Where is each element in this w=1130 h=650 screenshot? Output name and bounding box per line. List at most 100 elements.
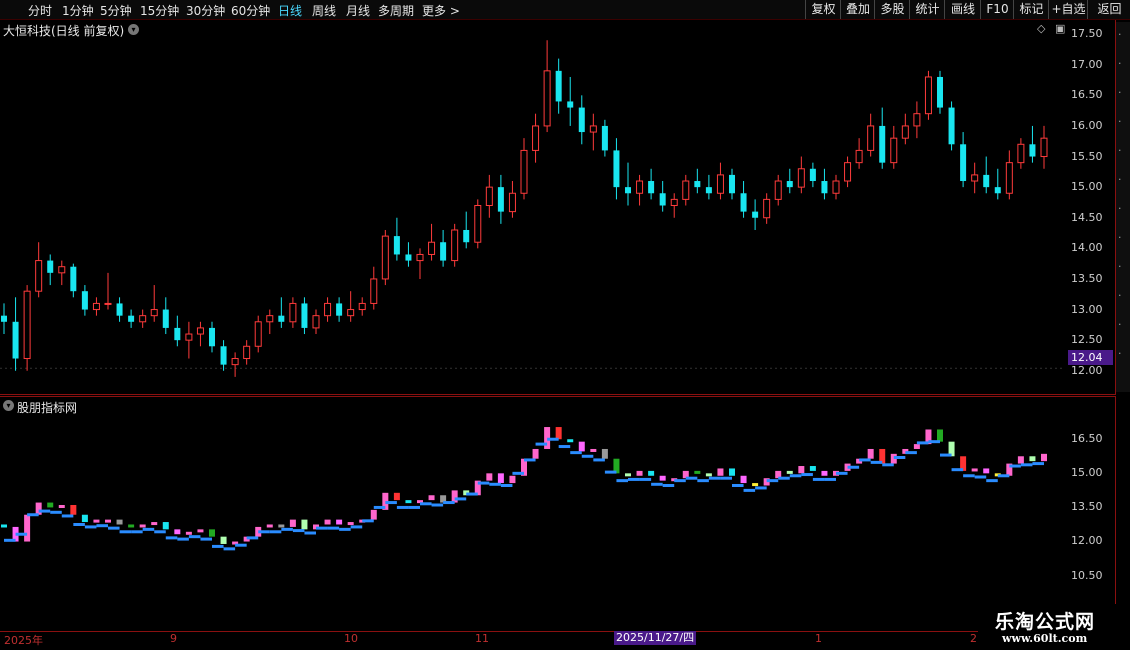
side-strip-glyph: · [1118, 173, 1122, 186]
indicator-bar [694, 470, 701, 474]
watermark-url: www.60lt.com [1002, 632, 1088, 645]
candle [497, 174, 504, 224]
indicator-bar [151, 522, 158, 526]
indicator-bar [937, 429, 943, 442]
candle [589, 113, 597, 151]
candle [924, 70, 932, 120]
candle [128, 309, 135, 328]
x-tick-1: 9 [170, 632, 177, 645]
candle [809, 162, 816, 188]
y-tick-main-11: 12.00 [1071, 363, 1103, 377]
candle [774, 174, 782, 206]
candle [832, 174, 840, 200]
candle [890, 125, 898, 169]
candle [231, 352, 239, 377]
candle [1029, 125, 1036, 163]
candle [578, 95, 585, 145]
indicator-bar [266, 524, 273, 528]
y-tick-ind-1: 15.00 [1071, 466, 1103, 479]
candle [763, 193, 771, 224]
y-tick-main-7: 14.00 [1071, 241, 1103, 255]
candle [150, 285, 158, 322]
candle [451, 223, 459, 267]
candle [440, 229, 447, 267]
indicator-bar [35, 502, 42, 515]
y-tick-ind-4: 10.50 [1071, 569, 1103, 582]
indicator-bar [578, 441, 585, 452]
indicator-bar [717, 468, 724, 476]
indicator-bar [451, 490, 458, 503]
indicator-bar [497, 473, 504, 484]
indicator-bar [659, 475, 666, 481]
candle [937, 70, 943, 114]
chart-canvas [0, 40, 1064, 551]
indicator-bar [289, 519, 296, 527]
candle [1005, 150, 1013, 200]
indicator-bar [47, 502, 54, 508]
indicator-bar [370, 509, 377, 520]
candle [752, 199, 759, 230]
indicator-bar [740, 475, 747, 484]
candle [358, 297, 366, 316]
y-tick-main-8: 13.50 [1071, 271, 1103, 285]
candle [1017, 138, 1025, 169]
indicator-bar [625, 473, 631, 477]
indicator-bar [58, 505, 65, 508]
candle [243, 340, 251, 365]
candle [81, 285, 88, 316]
indicator-bar [821, 470, 828, 476]
indicator-bar [809, 466, 816, 471]
indicator-bar [428, 495, 435, 501]
candle [12, 297, 19, 371]
indicator-bar [116, 519, 123, 525]
candle [994, 168, 1001, 200]
candle [948, 101, 955, 151]
indicator-bar [70, 505, 77, 515]
candle [601, 119, 608, 157]
cursor-date-tag: 2025/11/27/四 [614, 631, 697, 645]
indicator-bar [1041, 453, 1047, 462]
candle [694, 168, 701, 194]
side-strip-glyph: · [1118, 57, 1122, 70]
y-tick-ind-3: 12.00 [1071, 534, 1103, 547]
indicator-bar [486, 473, 493, 481]
candle [485, 174, 493, 218]
candle [116, 297, 123, 322]
candle [960, 132, 967, 188]
candle [729, 168, 735, 200]
candle [659, 181, 666, 212]
y-tick-main-1: 17.00 [1071, 57, 1103, 71]
indicator-bar [509, 475, 516, 484]
side-strip-glyph: · [1118, 231, 1122, 244]
y-tick-main-3: 16.00 [1071, 118, 1103, 132]
indicator-bar [405, 500, 412, 504]
indicator-bar [324, 519, 331, 525]
y-tick-ind-0: 16.50 [1071, 432, 1103, 445]
candle [567, 76, 574, 126]
indicator-bar [601, 448, 608, 459]
y-tick-main-5: 15.00 [1071, 180, 1103, 194]
indicator-bar [347, 522, 354, 526]
candle [370, 266, 378, 310]
indicator-bar [301, 519, 308, 530]
indicator-bar [1, 524, 7, 528]
candle [520, 138, 528, 200]
side-strip-glyph: · [1118, 144, 1122, 157]
indicator-bar [729, 468, 735, 476]
candle [797, 156, 805, 194]
candle [266, 309, 274, 335]
indicator-bar [1017, 456, 1024, 464]
candle [347, 291, 355, 322]
x-tick-0: 2025年 [4, 634, 43, 647]
candle [682, 174, 690, 206]
candle [971, 162, 979, 194]
indicator-bar [705, 473, 712, 477]
candle [312, 309, 320, 335]
y-tick-main-9: 13.00 [1071, 302, 1103, 316]
indicator-bar [636, 470, 643, 476]
candle [855, 138, 863, 169]
candle [867, 113, 875, 157]
watermark-name: 乐淘公式网 [995, 611, 1096, 633]
y-tick-main-2: 16.50 [1071, 88, 1103, 102]
y-tick-ind-2: 13.50 [1071, 500, 1103, 513]
